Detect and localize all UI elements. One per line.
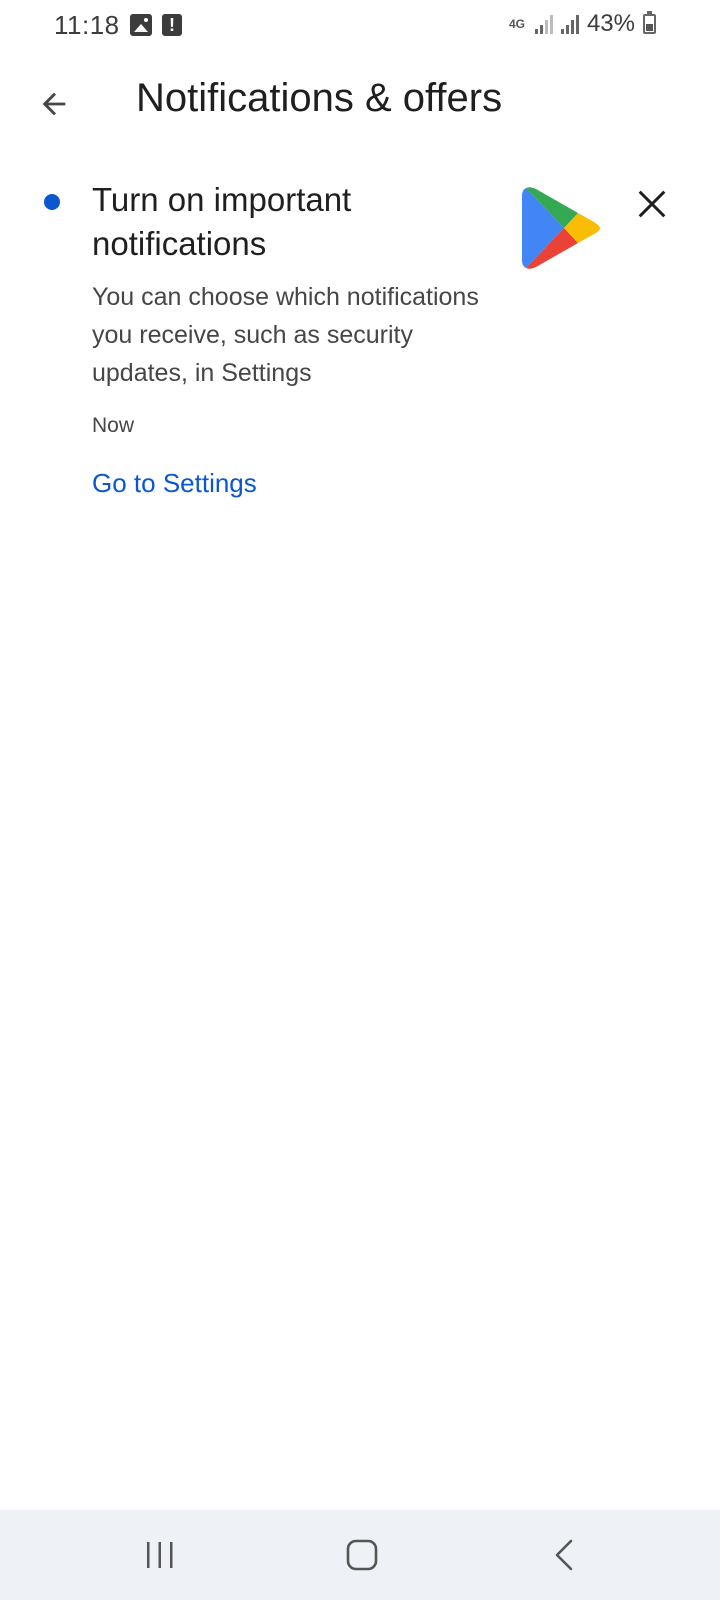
network-type-label: 4G xyxy=(508,17,525,31)
status-notification-icons: ! xyxy=(130,14,182,36)
alert-icon: ! xyxy=(162,14,182,36)
home-icon xyxy=(346,1539,378,1571)
notification-time: Now xyxy=(92,414,135,437)
notification-body: You can choose which notifications you r… xyxy=(92,283,479,387)
arrow-back-icon xyxy=(42,92,66,116)
close-button[interactable] xyxy=(624,176,680,232)
system-navigation-bar xyxy=(0,1510,720,1600)
recent-apps-icon xyxy=(147,1542,173,1568)
battery-percent: 43% xyxy=(586,10,635,37)
unread-indicator xyxy=(44,194,60,210)
back-button[interactable] xyxy=(26,76,82,132)
notification-card[interactable]: Turn on important notifications You can … xyxy=(0,170,720,510)
google-play-logo xyxy=(522,187,600,269)
image-icon xyxy=(130,14,152,36)
battery-fill xyxy=(646,24,653,31)
home-button[interactable] xyxy=(322,1530,402,1580)
page-title: Notifications & offers xyxy=(136,76,503,120)
signal-icon xyxy=(560,14,579,34)
signal-icon xyxy=(534,14,553,34)
nav-back-button[interactable] xyxy=(524,1530,604,1580)
recent-apps-button[interactable] xyxy=(120,1530,200,1580)
battery-icon xyxy=(643,11,656,34)
status-indicators: 4G 43% xyxy=(509,10,656,38)
notification-title: Turn on important notifications xyxy=(92,181,352,262)
go-to-settings-button[interactable]: Go to Settings xyxy=(92,468,257,499)
close-icon xyxy=(638,190,666,218)
status-bar: 11:18 ! 4G 43% xyxy=(0,0,720,52)
app-bar: Notifications & offers xyxy=(0,60,720,144)
status-time: 11:18 xyxy=(54,10,120,40)
back-icon xyxy=(555,1539,573,1571)
